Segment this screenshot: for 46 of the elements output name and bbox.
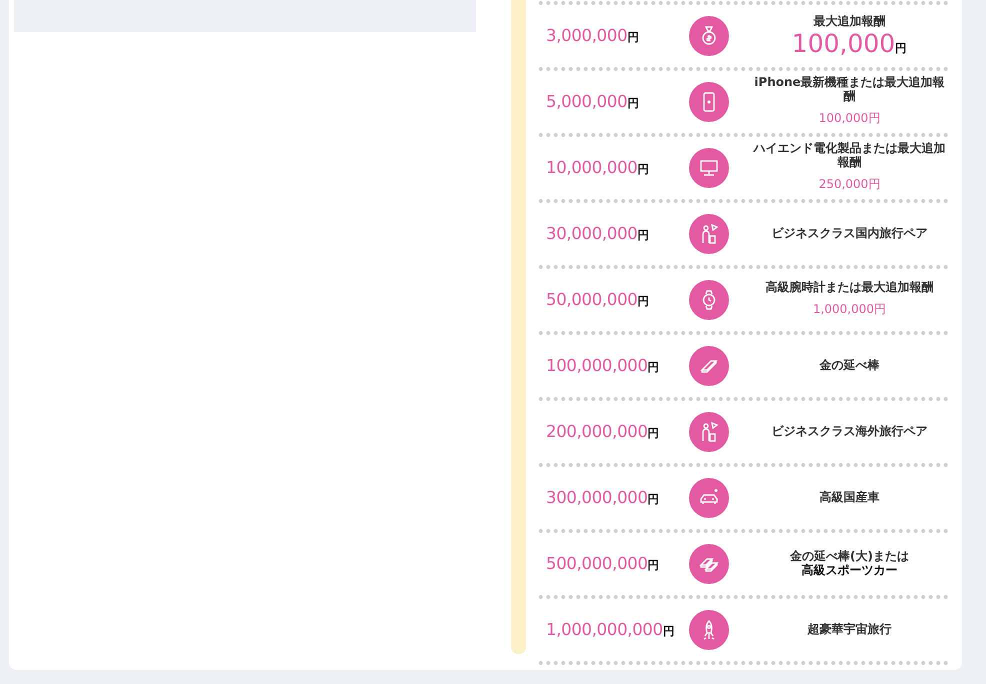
sales-amount: 500,000,000	[546, 554, 648, 573]
sales-amount: 100,000,000	[546, 356, 648, 375]
bonus-amount: 1,000,000円	[812, 301, 886, 318]
reward-title: ビジネスクラス海外旅行ペア	[772, 424, 928, 438]
ingot-icon	[689, 346, 729, 386]
sales-amount: 10,000,000	[546, 158, 638, 177]
money-bag-icon	[689, 16, 729, 56]
sales-amount: 1,000,000,000	[546, 620, 663, 639]
yen-unit: 円	[627, 30, 640, 45]
phone-icon	[689, 82, 729, 122]
reward-label: 最大追加報酬	[814, 15, 886, 29]
reward-title: 金の延べ棒	[820, 358, 880, 372]
bonus-amount: 100,000円	[818, 110, 880, 128]
reward-title: ビジネスクラス国内旅行ペア	[772, 226, 928, 240]
yen-unit: 円	[627, 96, 640, 111]
reward-title: iPhone最新機種または最大追加報酬	[753, 76, 946, 104]
yen-unit: 円	[648, 492, 660, 507]
car-icon	[689, 478, 729, 518]
yen-unit: 円	[648, 360, 660, 375]
reward-title: 超豪華宇宙旅行	[808, 622, 892, 636]
yen-unit: 円	[648, 426, 660, 441]
yen-unit: 円	[662, 624, 675, 639]
sales-amount: 3,000,000	[546, 26, 628, 45]
yen-unit: 円	[637, 228, 650, 243]
sales-amount: 30,000,000	[546, 224, 638, 243]
reward-title: 高級国産車	[820, 490, 880, 504]
reward-title: 金の延べ棒(大)または	[790, 550, 909, 564]
rocket-icon	[689, 610, 729, 650]
yen-unit: 円	[648, 558, 660, 573]
sales-amount: 300,000,000	[546, 488, 648, 507]
bonus-amount: 250,000円	[818, 176, 880, 194]
traveler-icon	[689, 214, 729, 254]
watch-icon	[689, 280, 729, 320]
bonus-amount: 100,000	[792, 30, 896, 56]
reward-title: 高級腕時計または最大追加報酬	[766, 280, 934, 294]
computer-icon	[689, 148, 729, 188]
yen-unit: 円	[637, 162, 650, 177]
ingots-icon	[689, 544, 729, 584]
reward-title: ハイエンド電化製品または最大追加報酬	[752, 142, 946, 170]
sales-amount: 200,000,000	[546, 422, 648, 441]
traveler-icon	[689, 412, 729, 452]
yen-unit: 円	[637, 294, 650, 309]
reward-title: 高級スポーツカー	[802, 564, 898, 578]
sales-amount: 50,000,000	[546, 290, 638, 309]
sales-amount: 5,000,000	[546, 92, 628, 111]
yen-unit: 円	[895, 42, 908, 54]
